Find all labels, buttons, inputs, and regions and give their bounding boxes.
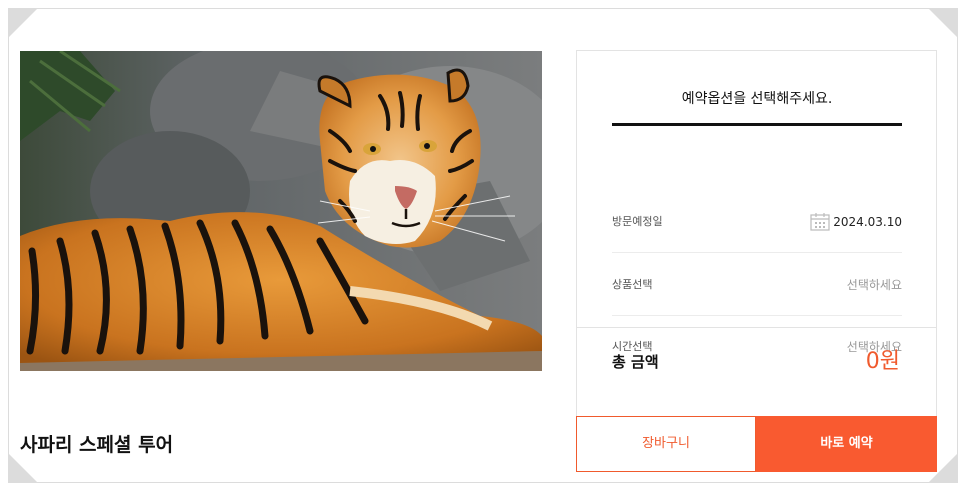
add-to-cart-button[interactable]: 장바구니 [576,416,756,472]
corner-decoration-bottom-left [8,453,38,483]
product-title: 사파리 스페셜 투어 [20,434,174,456]
visit-date-row[interactable]: 방문예정일 2024.03.10 [612,191,902,253]
booking-panel: 예약옵션을 선택해주세요. 방문예정일 2024.03.10 상품선택 선택하세… [576,50,937,472]
book-now-button[interactable]: 바로 예약 [756,416,937,472]
product-select-row[interactable]: 상품선택 선택하세요 [612,254,902,316]
total-price-label: 총 금액 [612,353,659,371]
calendar-icon[interactable] [810,212,830,231]
visit-date-label: 방문예정일 [612,215,663,228]
booking-heading: 예약옵션을 선택해주세요. [612,51,902,126]
total-price-amount: 0원 [865,349,900,374]
product-image [20,51,542,371]
corner-decoration-top-left [8,8,38,38]
product-select[interactable]: 선택하세요 [847,254,902,316]
visit-date-value[interactable]: 2024.03.10 [833,191,902,253]
corner-decoration-top-right [928,8,958,38]
product-select-label: 상품선택 [612,278,653,291]
total-price-row: 총 금액 0원 [577,327,936,397]
